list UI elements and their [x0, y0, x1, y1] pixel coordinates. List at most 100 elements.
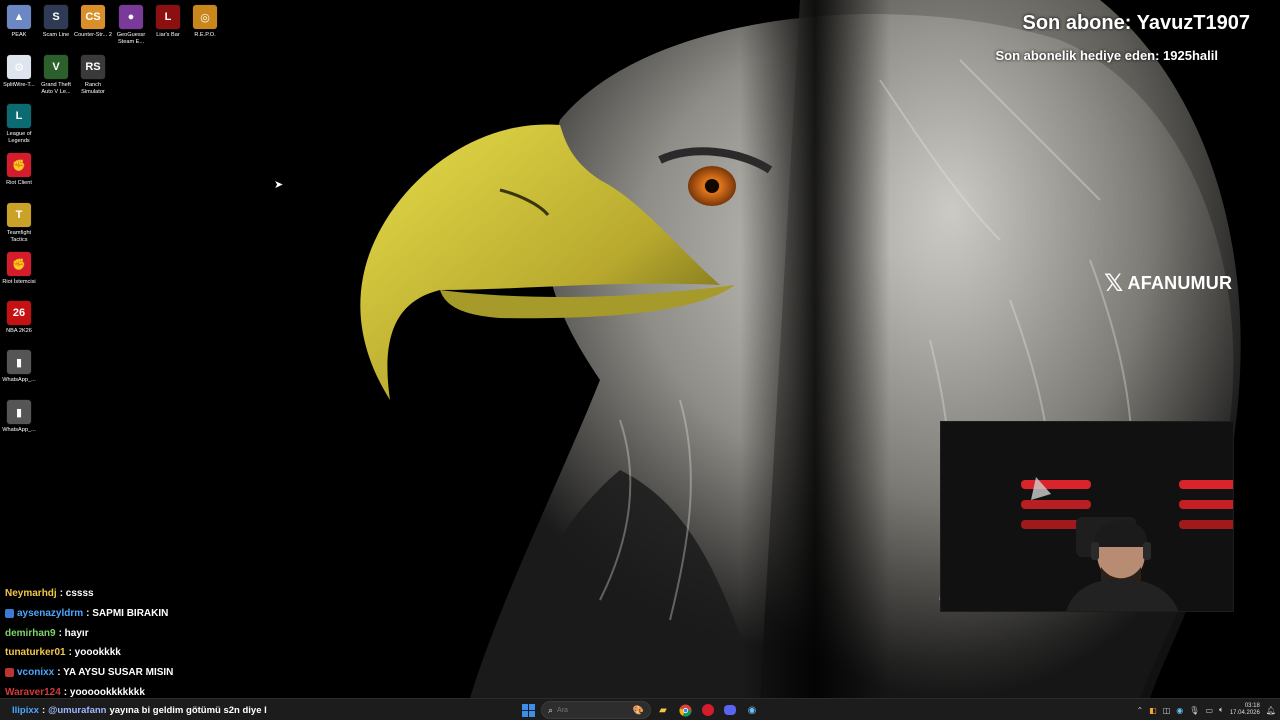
chat-message: aysenazyldrm: SAPMI BIRAKIN: [5, 604, 305, 624]
league-of-legends-icon: L: [7, 104, 31, 128]
desktop-icon-label: Teamfight Tactics: [6, 230, 32, 243]
tray-app-icon[interactable]: ◧: [1149, 706, 1157, 715]
chat-username: llipixx: [12, 704, 39, 716]
desktop-icon-whatsapp-2[interactable]: ▮ WhatsApp_...: [0, 400, 38, 434]
chrome-logo-icon: [678, 704, 691, 717]
desktop-icon-label: PEAK: [11, 32, 27, 38]
geoguessr-icon: ●: [119, 5, 143, 29]
notification-bell-icon[interactable]: 🔔︎: [1266, 706, 1276, 715]
counter-strike-icon: CS: [81, 5, 105, 29]
chat-username: Waraver124: [5, 686, 61, 698]
x-logo-icon: 𝕏: [1104, 269, 1124, 297]
chat-message: Neymarhdj: cssss: [5, 584, 305, 604]
desktop-icon-label: League of Legends: [6, 131, 32, 144]
search-input[interactable]: [557, 706, 608, 714]
liars-bar-icon: L: [156, 5, 180, 29]
chat-username: tunaturker01: [5, 647, 66, 659]
chat-message-text: : cssss: [59, 588, 94, 600]
chrome-icon[interactable]: [677, 702, 693, 718]
clock-time: 03:18: [1244, 703, 1260, 709]
tray-app-icon[interactable]: ◉: [1176, 706, 1183, 715]
mouse-cursor-icon: ➤: [274, 179, 284, 191]
windows-logo-icon: [521, 703, 535, 717]
desktop-icon-peak[interactable]: ▲ PEAK: [0, 5, 38, 39]
stream-chat: Neymarhdj: cssss aysenazyldrm: SAPMI BIRA…: [5, 584, 305, 702]
desktop-icon-splitwire[interactable]: ⚙ SplitWire-T...: [0, 55, 38, 89]
scam-line-icon: S: [44, 5, 68, 29]
chat-message: demirhan9: hayır: [5, 623, 305, 643]
search-highlight-icon: 🎨: [632, 705, 644, 715]
desktop-icon-scam-line[interactable]: S Scam Line: [37, 5, 75, 39]
social-handle-text: AFANUMUR: [1127, 272, 1233, 293]
clock[interactable]: 03:18 17.04.2026: [1230, 703, 1260, 717]
webcam-image: [941, 422, 1233, 611]
desktop-icon-label: WhatsApp_...: [2, 377, 36, 383]
riot-client-taskbar-icon[interactable]: [700, 702, 716, 718]
chat-username: demirhan9: [5, 627, 56, 639]
desktop-icon-counter-strike[interactable]: CS Counter-Str... 2: [74, 5, 112, 39]
discord-icon[interactable]: [722, 702, 738, 718]
desktop-icon-ranch-simulator[interactable]: RS Ranch Simulator: [74, 55, 112, 96]
desktop-icon-label: SplitWire-T...: [3, 82, 35, 88]
chat-message-text: : SAPMI BIRAKIN: [86, 608, 169, 620]
tray-app-icon[interactable]: ◫: [1163, 706, 1171, 715]
desktop-icon-label: Grand Theft Auto V Le...: [41, 82, 71, 95]
desktop-icon-teamfight-tactics[interactable]: T Teamfight Tactics: [0, 203, 38, 244]
chat-mention: @umurafann: [48, 704, 107, 716]
chat-last-message: llipixx : @umurafann yayına bi geldim gö…: [0, 702, 290, 718]
desktop-icon-label: Counter-Str... 2: [74, 32, 112, 38]
nba-2k26-icon: 26: [7, 301, 31, 325]
volume-icon[interactable]: 🔈︎: [1219, 705, 1224, 715]
chat-message-text: : yoooookkkkkkk: [63, 686, 145, 698]
splitwire-icon: ⚙: [7, 55, 31, 79]
chat-message-text: yayına bi geldim götümü s2n diye l: [109, 704, 267, 716]
webcam-feed: [940, 421, 1234, 612]
desktop-icon-label: NBA 2K26: [6, 328, 32, 334]
chat-username: vconixx: [17, 667, 55, 679]
desktop-icon-label: GeoGuessr Steam E...: [116, 32, 146, 45]
steam-icon[interactable]: ◉: [744, 702, 760, 718]
gta-v-icon: V: [44, 55, 68, 79]
repo-icon: ◎: [193, 5, 217, 29]
ranch-simulator-icon: RS: [81, 55, 105, 79]
desktop-icon-gta-v[interactable]: V Grand Theft Auto V Le...: [37, 55, 75, 96]
tray-overflow-chevron-icon[interactable]: ⌃: [1136, 706, 1143, 715]
desktop-icon-liars-bar[interactable]: L Liar's Bar: [149, 5, 187, 39]
desktop-icon-label: Ranch Simulator: [81, 82, 105, 95]
desktop-icon-label: WhatsApp_...: [2, 427, 36, 433]
desktop-icon-riot-istemcisi[interactable]: ✊ Riot İstemcisi: [0, 252, 38, 286]
network-icon[interactable]: ▭: [1205, 706, 1213, 715]
desktop-icon-riot-client[interactable]: ✊ Riot Client: [0, 153, 38, 187]
file-explorer-icon[interactable]: ▰: [655, 702, 671, 718]
peak-icon: ▲: [7, 5, 31, 29]
desktop-icon-label: Scam Line: [42, 32, 70, 38]
chat-message: vconixx: YA AYSU SUSAR MISIN: [5, 663, 305, 683]
chat-message: tunaturker01: yoookkkk: [5, 643, 305, 663]
desktop-icon-label: Liar's Bar: [156, 32, 180, 38]
chat-username: Neymarhdj: [5, 588, 57, 600]
chat-separator: :: [41, 704, 46, 716]
chat-badge-icon: [5, 668, 14, 678]
chat-message-text: : hayır: [58, 627, 89, 639]
riot-client-icon: ✊: [7, 153, 31, 177]
chat-message-text: : yoookkkk: [68, 647, 121, 659]
chat-badge-icon: [5, 609, 14, 619]
taskbar-search[interactable]: ⌕ 🎨: [541, 701, 651, 719]
search-icon: ⌕: [548, 704, 554, 715]
desktop-icon-repo[interactable]: ◎ R.E.P.O.: [186, 5, 224, 39]
desktop-icon-label: Riot İstemcisi: [2, 279, 36, 285]
desktop-icon-nba-2k26[interactable]: 26 NBA 2K26: [0, 301, 38, 335]
social-handle-overlay: 𝕏 AFANUMUR: [1104, 271, 1232, 295]
desktop-icon-whatsapp-1[interactable]: ▮ WhatsApp_...: [0, 350, 38, 384]
start-button[interactable]: [520, 702, 536, 718]
microphone-icon[interactable]: 🎙︎: [1189, 706, 1199, 715]
desktop-icon-geoguessr[interactable]: ● GeoGuessr Steam E...: [112, 5, 150, 46]
chat-username: aysenazyldrm: [17, 608, 84, 620]
teamfight-tactics-icon: T: [7, 203, 31, 227]
desktop-icon-label: Riot Client: [6, 180, 32, 186]
last-gift-subscriber-overlay: Son abonelik hediye eden: 1925halil: [995, 48, 1218, 63]
chat-message-text: : YA AYSU SUSAR MISIN: [57, 667, 174, 679]
desktop-icon-label: R.E.P.O.: [194, 32, 216, 38]
clock-date: 17.04.2026: [1229, 710, 1260, 716]
desktop-icon-league-of-legends[interactable]: L League of Legends: [0, 104, 38, 145]
